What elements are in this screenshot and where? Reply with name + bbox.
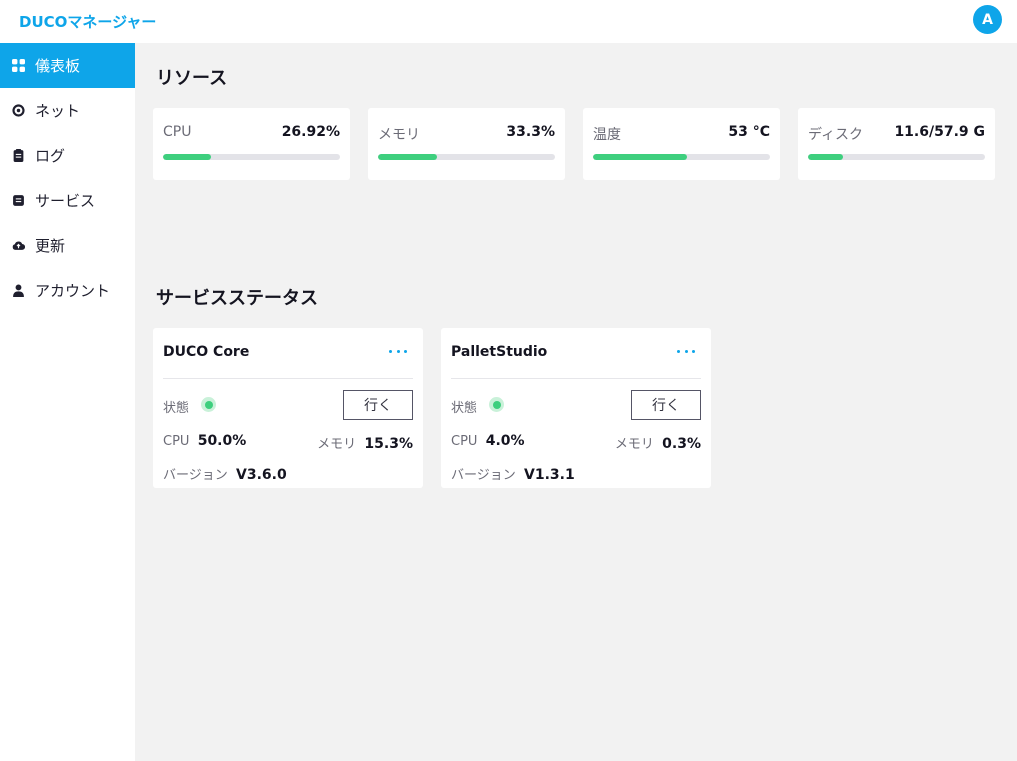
cpu-label: CPU: [163, 434, 190, 449]
resource-progress-fill: [163, 154, 211, 160]
clipboard-icon: [12, 149, 25, 162]
sidebar-item-label: アカウント: [35, 282, 111, 300]
avatar[interactable]: A: [973, 5, 1002, 34]
service-memory: メモリ 0.3%: [615, 433, 701, 452]
go-button[interactable]: 行く: [631, 390, 701, 420]
resource-progress-fill: [593, 154, 687, 160]
service-name: DUCO Core: [163, 344, 250, 360]
memory-value: 15.3%: [364, 436, 413, 452]
service-version: バージョン V1.3.1: [451, 464, 575, 483]
resource-progress-bar: [163, 154, 340, 160]
resource-label: ディスク: [808, 127, 864, 143]
status-label: 状態: [451, 401, 478, 416]
cpu-value: 4.0%: [485, 433, 525, 449]
service-icon: [12, 194, 25, 207]
sidebar-item-label: サービス: [35, 192, 96, 210]
sidebar-item-network[interactable]: ネット: [0, 88, 135, 133]
resource-label: CPU: [163, 124, 192, 140]
services-title: サービスステータス: [156, 288, 318, 309]
more-icon[interactable]: [677, 343, 695, 359]
resource-card-memory: メモリ 33.3%: [368, 108, 565, 180]
service-cpu: CPU 4.0%: [451, 433, 525, 449]
resource-value: 26.92%: [281, 124, 340, 140]
sidebar-item-label: 儀表板: [35, 57, 81, 75]
sidebar-item-label: ネット: [35, 102, 81, 120]
more-icon[interactable]: [389, 343, 407, 359]
cpu-value: 50.0%: [197, 433, 247, 449]
memory-label: メモリ: [317, 437, 357, 452]
service-cpu: CPU 50.0%: [163, 433, 246, 449]
service-card-pallet-studio: PalletStudio 状態 行く CPU 4.0% メモリ 0.3% バージ…: [441, 328, 711, 488]
sidebar-item-log[interactable]: ログ: [0, 133, 135, 178]
resource-value: 11.6/57.9 G: [894, 124, 985, 140]
resource-progress-bar: [593, 154, 770, 160]
sidebar-item-label: 更新: [35, 237, 66, 255]
service-version: バージョン V3.6.0: [163, 464, 287, 483]
version-value: V1.3.1: [524, 467, 575, 483]
service-name: PalletStudio: [451, 344, 548, 360]
sidebar-item-account[interactable]: アカウント: [0, 268, 135, 313]
grid-icon: [12, 59, 25, 72]
network-icon: [12, 104, 25, 117]
resource-progress-bar: [378, 154, 555, 160]
sidebar: 儀表板 ネット ログ サービス 更新 アカウント: [0, 43, 135, 761]
status-dot-icon: [201, 397, 216, 412]
cloud-icon: [12, 239, 25, 252]
service-card-duco-core: DUCO Core 状態 行く CPU 50.0% メモリ 15.3% バージョ…: [153, 328, 423, 488]
sidebar-item-dashboard[interactable]: 儀表板: [0, 43, 135, 88]
resource-label: 温度: [593, 127, 621, 143]
go-button[interactable]: 行く: [343, 390, 413, 420]
app-title[interactable]: DUCOマネージャー: [19, 11, 156, 32]
resource-label: メモリ: [378, 127, 420, 143]
sidebar-item-label: ログ: [35, 147, 66, 165]
resource-card-cpu: CPU 26.92%: [153, 108, 350, 180]
memory-label: メモリ: [614, 437, 654, 452]
resources-title: リソース: [156, 68, 228, 89]
user-icon: [12, 284, 25, 297]
sidebar-item-update[interactable]: 更新: [0, 223, 135, 268]
status-dot-icon: [489, 397, 504, 412]
resource-progress-bar: [808, 154, 985, 160]
version-label: バージョン: [451, 468, 516, 483]
resource-progress-fill: [378, 154, 437, 160]
cpu-label: CPU: [451, 434, 478, 449]
status-label: 状態: [163, 401, 190, 416]
resource-progress-fill: [808, 154, 844, 160]
resource-card-temperature: 温度 53 °C: [583, 108, 780, 180]
top-bar: DUCOマネージャー A: [0, 0, 1017, 43]
resource-value: 53 °C: [728, 124, 770, 140]
version-label: バージョン: [163, 468, 228, 483]
divider: [163, 378, 413, 379]
service-memory: メモリ 15.3%: [317, 433, 413, 452]
resource-card-disk: ディスク 11.6/57.9 G: [798, 108, 995, 180]
divider: [451, 378, 701, 379]
resource-value: 33.3%: [506, 124, 555, 140]
memory-value: 0.3%: [662, 436, 701, 452]
version-value: V3.6.0: [236, 467, 287, 483]
sidebar-item-service[interactable]: サービス: [0, 178, 135, 223]
